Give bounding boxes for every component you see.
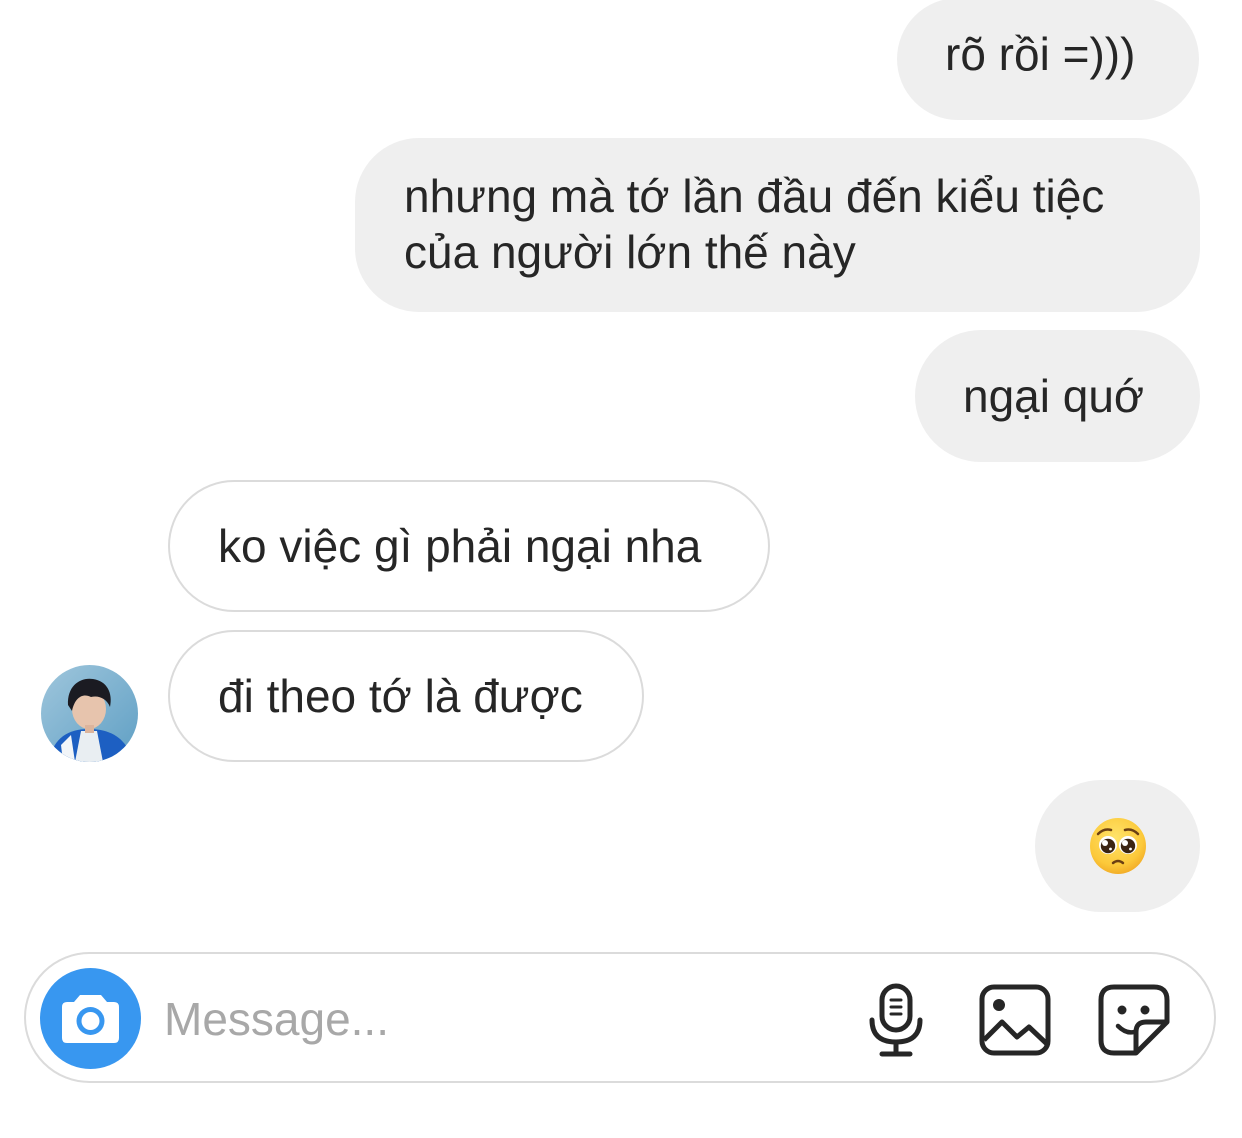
sent-message-bubble[interactable]: nhưng mà tớ lần đầu đến kiểu tiệc của ng… <box>355 138 1200 312</box>
image-gallery-icon <box>979 984 1051 1056</box>
message-text: ko việc gì phải ngại nha <box>218 520 702 572</box>
received-message-bubble[interactable]: ko việc gì phải ngại nha <box>168 480 770 612</box>
message-text: đi theo tớ là được <box>218 670 583 722</box>
message-text: rõ rồi =))) <box>945 28 1136 80</box>
camera-button[interactable] <box>40 968 141 1069</box>
message-text-line: nhưng mà tớ lần đầu đến kiểu tiệc <box>404 170 1105 222</box>
camera-icon <box>62 995 119 1043</box>
message-input[interactable] <box>164 984 824 1054</box>
microphone-button[interactable] <box>864 982 928 1058</box>
message-composer <box>24 952 1216 1083</box>
message-text: ngại quớ <box>963 370 1145 422</box>
sticker-icon <box>1098 984 1170 1056</box>
sticker-button[interactable] <box>1096 982 1172 1058</box>
sent-message-bubble[interactable]: rõ rồi =))) <box>897 0 1199 120</box>
pleading-face-emoji <box>1089 818 1146 874</box>
gallery-button[interactable] <box>977 982 1053 1058</box>
microphone-icon <box>869 983 923 1057</box>
sent-emoji-bubble[interactable] <box>1035 780 1200 912</box>
sent-message-bubble[interactable]: ngại quớ <box>915 330 1200 462</box>
contact-avatar[interactable] <box>41 665 138 762</box>
message-text-line: của người lớn thế này <box>404 226 856 278</box>
avatar-photo <box>41 665 138 762</box>
received-message-bubble[interactable]: đi theo tớ là được <box>168 630 644 762</box>
